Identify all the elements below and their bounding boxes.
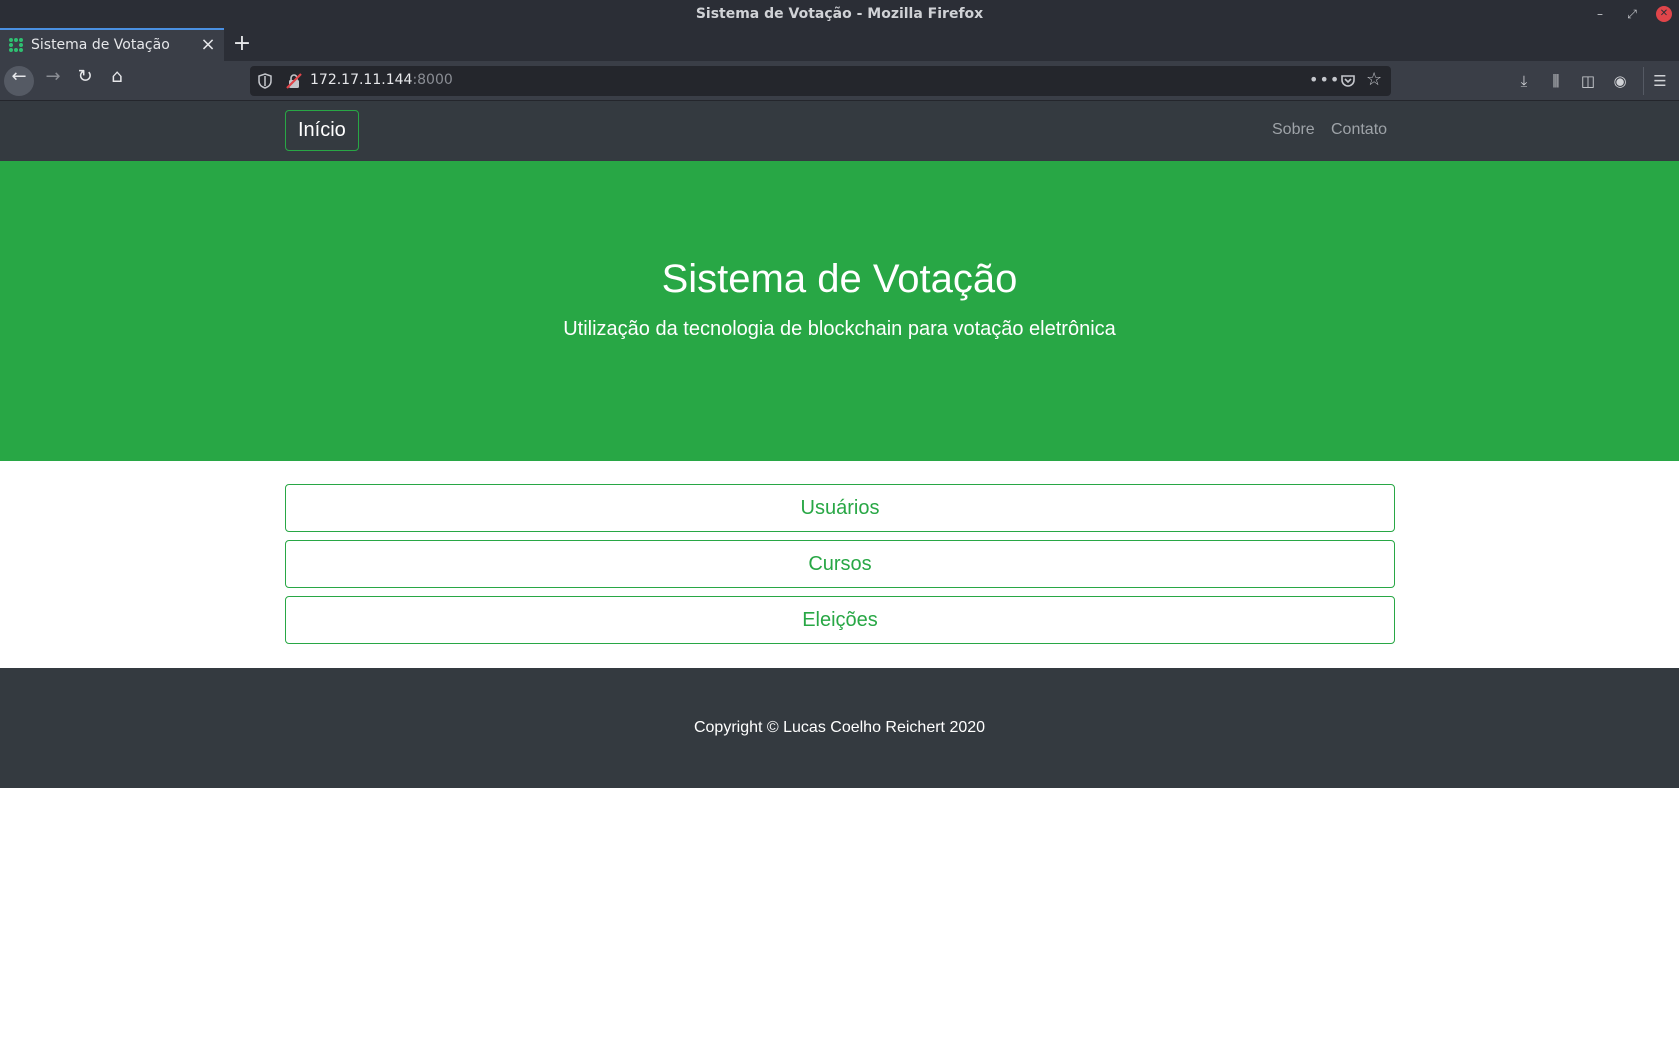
window-title: Sistema de Votação - Mozilla Firefox (695, 6, 984, 22)
eleicoes-button[interactable]: Eleições (285, 596, 1395, 644)
window-titlebar: Sistema de Votação - Mozilla Firefox – ⤢… (0, 0, 1679, 28)
page-actions-icon[interactable]: ••• (1309, 70, 1340, 89)
tab-strip: Sistema de Votação × + (0, 28, 1679, 61)
minimize-icon[interactable]: – (1592, 6, 1608, 22)
forward-button[interactable]: → (38, 66, 68, 96)
maximize-icon[interactable]: ⤢ (1624, 6, 1640, 22)
url-host: 172.17.11.144 (310, 72, 413, 88)
url-port: :8000 (412, 72, 453, 88)
site-favicon-icon (9, 38, 23, 52)
reload-button[interactable]: ↻ (70, 66, 100, 96)
copyright-text: Copyright © Lucas Coelho Reichert 2020 (693, 719, 986, 736)
insecure-lock-icon[interactable] (286, 73, 302, 89)
home-button[interactable]: ⌂ (102, 66, 132, 96)
hamburger-menu-icon[interactable]: ☰ (1650, 71, 1670, 91)
close-tab-icon[interactable]: × (198, 34, 218, 56)
tab-title: Sistema de Votação (31, 37, 170, 53)
nav-link-contato[interactable]: Contato (1331, 121, 1387, 139)
back-button[interactable]: ← (4, 66, 34, 96)
new-tab-button[interactable]: + (230, 30, 254, 58)
usuarios-button[interactable]: Usuários (285, 484, 1395, 532)
url-text[interactable]: 172.17.11.144:8000 (310, 72, 453, 88)
sidebar-icon[interactable]: ◫ (1578, 71, 1598, 91)
browser-toolbar: ← → ↻ ⌂ 172.17.11.144:8000 ••• ☆ ⤓ ⫼ ◫ ◉… (0, 61, 1679, 101)
site-footer: Copyright © Lucas Coelho Reichert 2020 (0, 668, 1679, 788)
library-icon[interactable]: ⫼ (1546, 71, 1566, 91)
hero-subtitle: Utilização da tecnologia de blockchain p… (563, 318, 1116, 340)
url-bar[interactable]: 172.17.11.144:8000 ••• ☆ (250, 66, 1391, 96)
main-menu: Usuários Cursos Eleições (285, 484, 1395, 652)
toolbar-separator (1643, 67, 1644, 95)
hero-banner: Sistema de Votação Utilização da tecnolo… (0, 161, 1679, 461)
cursos-button[interactable]: Cursos (285, 540, 1395, 588)
nav-link-sobre[interactable]: Sobre (1272, 121, 1315, 139)
account-icon[interactable]: ◉ (1610, 71, 1630, 91)
downloads-icon[interactable]: ⤓ (1514, 71, 1534, 91)
close-window-icon[interactable]: ✕ (1656, 6, 1672, 22)
shield-icon[interactable] (258, 73, 272, 89)
site-navbar: Início Sobre Contato (0, 101, 1679, 161)
hero-title: Sistema de Votação (661, 257, 1018, 301)
brand-home-link[interactable]: Início (285, 110, 359, 151)
tab-active[interactable]: Sistema de Votação × (0, 28, 224, 61)
bookmark-star-icon[interactable]: ☆ (1366, 69, 1382, 90)
pocket-icon[interactable] (1340, 73, 1356, 89)
